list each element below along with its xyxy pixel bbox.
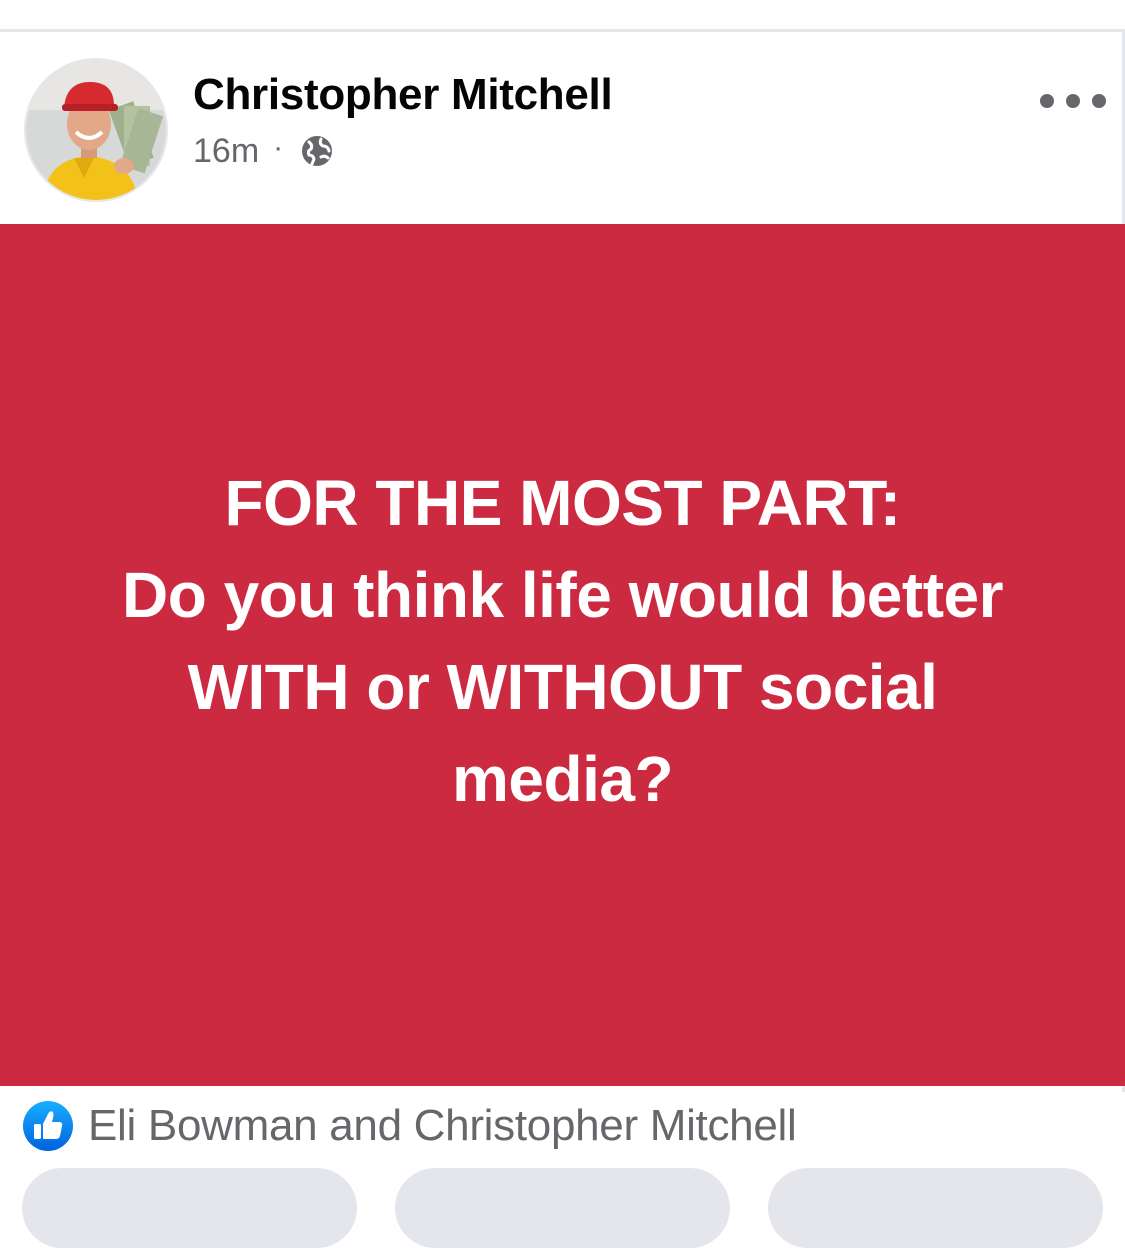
- post-text-line: media?: [451, 743, 674, 815]
- reactions-names: Eli Bowman and Christopher Mitchell: [88, 1101, 797, 1150]
- post-meta: 16m ·: [193, 130, 335, 172]
- action-button-3[interactable]: [768, 1168, 1103, 1248]
- action-button-2[interactable]: [395, 1168, 730, 1248]
- like-icon: [22, 1100, 74, 1152]
- post-header: Christopher Mitchell 16m ·: [0, 32, 1122, 224]
- avatar-photo: [26, 60, 166, 200]
- post-timestamp[interactable]: 16m: [193, 132, 259, 171]
- dot: [1040, 94, 1054, 108]
- avatar[interactable]: [24, 58, 168, 202]
- post-text-line: FOR THE MOST PART:: [224, 467, 902, 539]
- dot: [1092, 94, 1106, 108]
- post-background-card[interactable]: FOR THE MOST PART: Do you think life wou…: [0, 224, 1125, 1086]
- post-text: FOR THE MOST PART: Do you think life wou…: [63, 457, 1063, 825]
- dot: [1066, 94, 1080, 108]
- post-text-line: Do you think life would better: [122, 559, 1004, 631]
- more-options-icon[interactable]: [1040, 86, 1106, 116]
- globe-icon[interactable]: [299, 133, 335, 169]
- meta-separator: ·: [273, 131, 284, 164]
- reactions-summary[interactable]: Eli Bowman and Christopher Mitchell: [22, 1100, 797, 1152]
- action-button-1[interactable]: [22, 1168, 357, 1248]
- post-text-line: WITH or WITHOUT social: [187, 651, 938, 723]
- author-name[interactable]: Christopher Mitchell: [193, 70, 613, 120]
